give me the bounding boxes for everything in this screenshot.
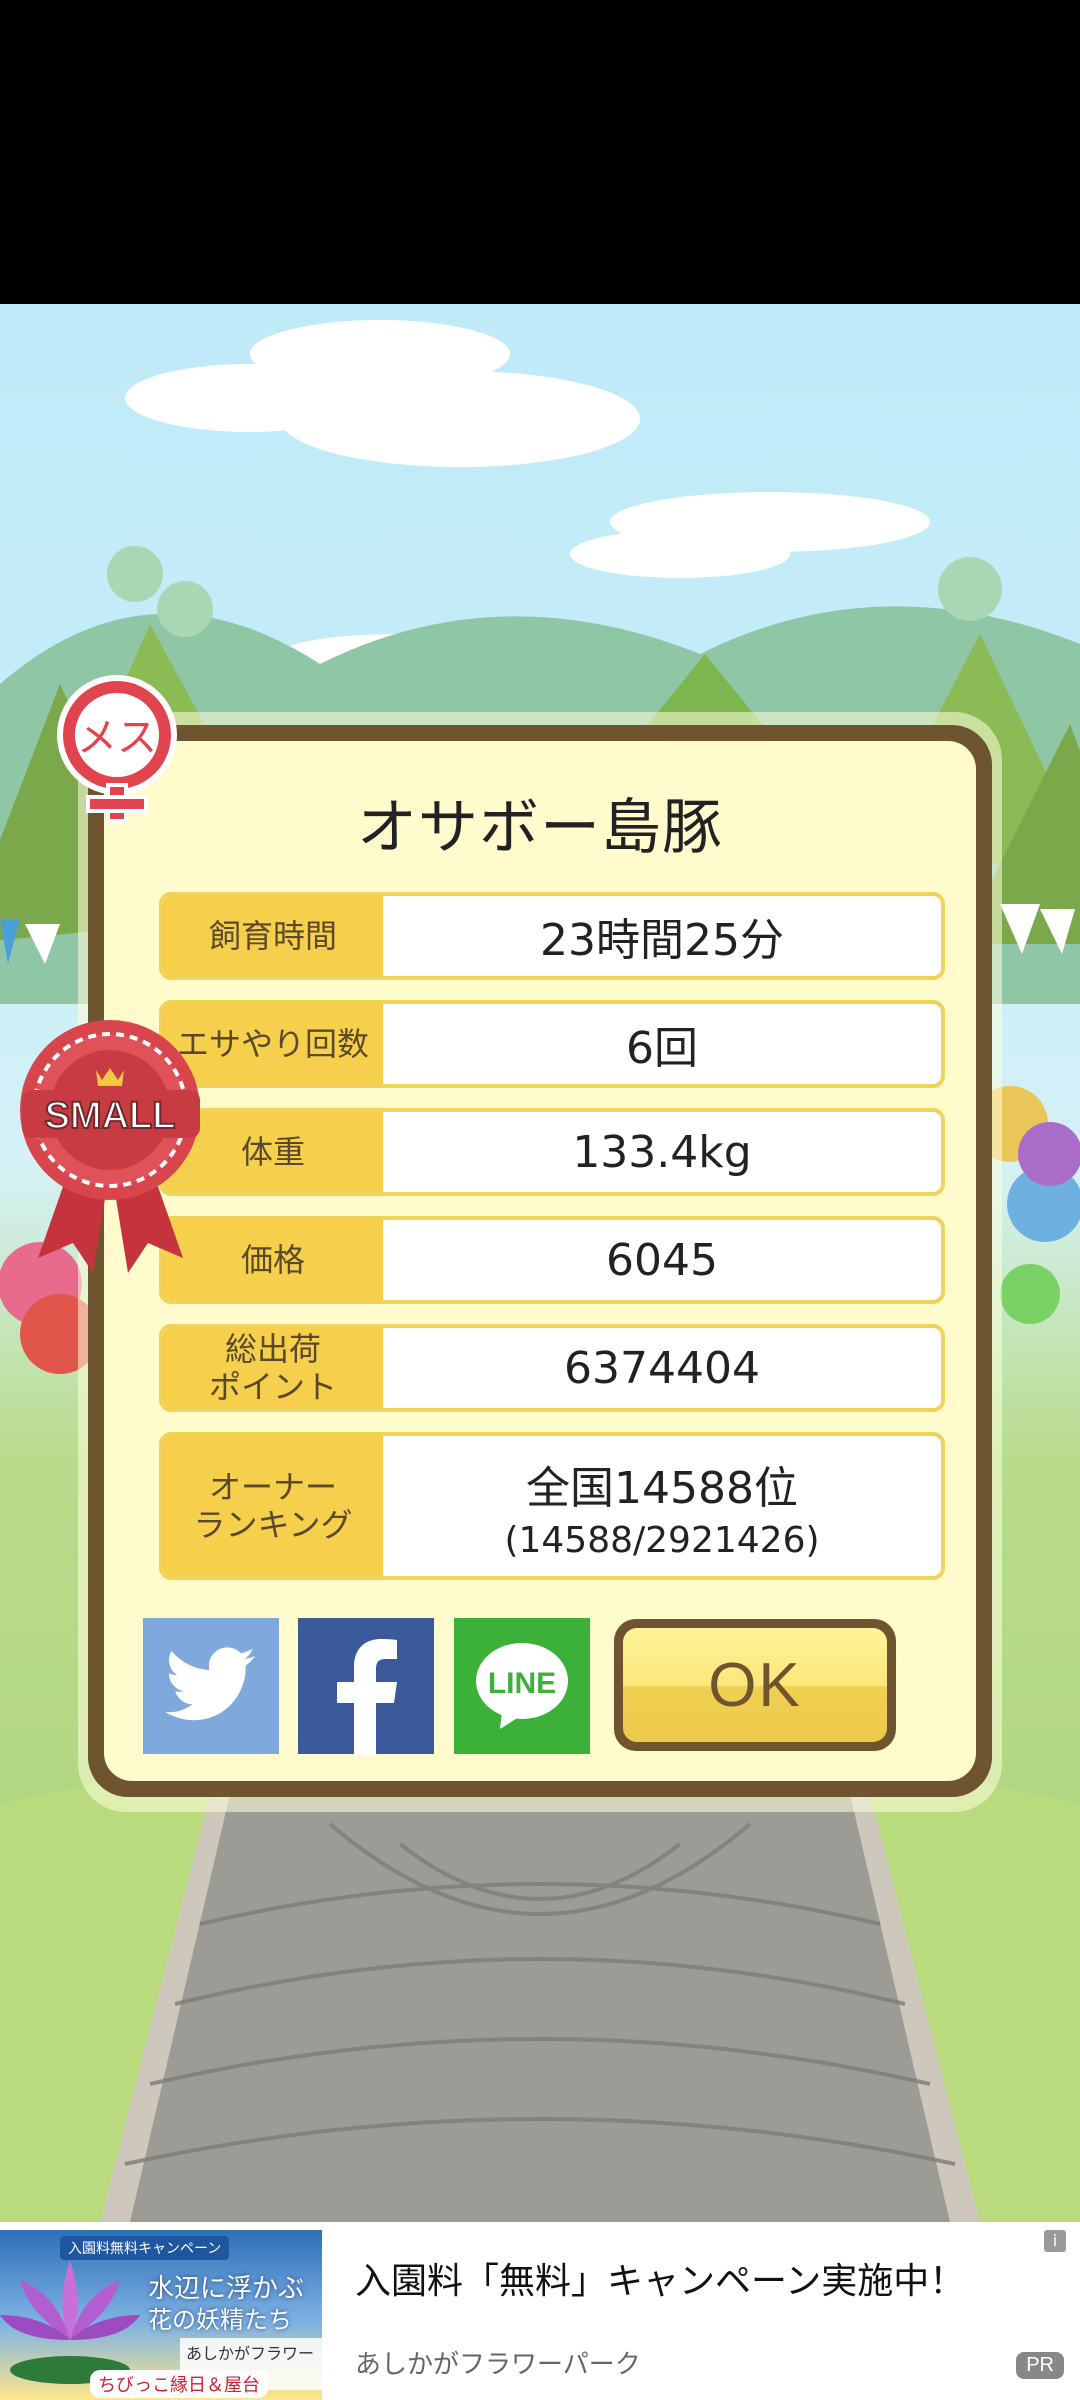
- pig-name-title: オサボー島豚: [357, 793, 723, 863]
- stat-label: オーナー ランキング: [163, 1436, 383, 1576]
- female-label: メス: [77, 715, 157, 761]
- stat-value: 6回: [626, 1023, 698, 1074]
- line-share-button[interactable]: LINE: [454, 1618, 590, 1754]
- stat-row-price: 価格 6045: [159, 1216, 945, 1304]
- rosette-icon: SMALL: [20, 1020, 200, 1273]
- ok-button[interactable]: OK: [614, 1619, 896, 1751]
- stat-row-weight: 体重 133.4kg: [159, 1108, 945, 1196]
- stat-value: 133.4kg: [572, 1126, 752, 1178]
- stat-label: 総出荷 ポイント: [163, 1328, 383, 1408]
- ranking-main: 全国14588位: [526, 1462, 798, 1514]
- female-symbol-icon: メス: [57, 675, 177, 823]
- dialog-panel: オサボー島豚 飼育時間 23時間25分 エサやり回数 6回 体重 133.4kg…: [104, 741, 976, 1781]
- ad-image-caption: 入園料無料キャンペーン: [60, 2236, 230, 2260]
- ad-pr-badge: PR: [1016, 2352, 1064, 2379]
- stat-label: 飼育時間: [163, 896, 383, 976]
- stat-value: 6374404: [564, 1342, 760, 1394]
- female-badge: メス: [52, 675, 182, 825]
- facebook-f-icon: [337, 1639, 397, 1756]
- stat-row-breeding-time: 飼育時間 23時間25分: [159, 892, 945, 980]
- stat-value: 6045: [606, 1234, 718, 1286]
- stat-row-shipping-points: 総出荷 ポイント 6374404: [159, 1324, 945, 1412]
- ad-image[interactable]: 入園料無料キャンペーン 水辺に浮かぶ 花の妖精たち あしかがフラワーパーク ちび…: [0, 2230, 322, 2400]
- twitter-share-button[interactable]: [143, 1618, 279, 1754]
- ad-info-icon[interactable]: i: [1044, 2230, 1066, 2252]
- line-label: LINE: [488, 1667, 556, 1700]
- facebook-share-button[interactable]: [298, 1618, 434, 1756]
- ad-image-headline-2: 花の妖精たち: [148, 2306, 292, 2334]
- ad-advertiser: あしかがフラワーパーク: [355, 2350, 641, 2380]
- stat-value: 23時間25分: [540, 915, 784, 966]
- ad-image-footer: ちびっこ縁日＆屋台: [90, 2370, 268, 2398]
- size-rosette-badge: SMALL: [18, 1018, 203, 1273]
- stat-row-owner-ranking: オーナー ランキング 全国14588位 (14588/2921426): [159, 1432, 945, 1580]
- status-bar-area: [0, 0, 1080, 304]
- stat-value: 全国14588位 (14588/2921426): [383, 1436, 941, 1576]
- pig-result-dialog: オサボー島豚 飼育時間 23時間25分 エサやり回数 6回 体重 133.4kg…: [88, 725, 992, 1797]
- size-label: SMALL: [45, 1095, 176, 1137]
- ad-title[interactable]: 入園料「無料」キャンペーン実施中！: [355, 2252, 965, 2304]
- twitter-bird-icon: [165, 1647, 255, 1721]
- line-logo-icon: LINE: [476, 1643, 568, 1729]
- ok-button-label: OK: [623, 1628, 887, 1742]
- ad-banner[interactable]: 入園料無料キャンペーン 水辺に浮かぶ 花の妖精たち あしかがフラワーパーク ちび…: [0, 2222, 1080, 2400]
- stat-row-feed-count: エサやり回数 6回: [159, 1000, 945, 1088]
- ranking-detail: (14588/2921426): [504, 1519, 820, 1561]
